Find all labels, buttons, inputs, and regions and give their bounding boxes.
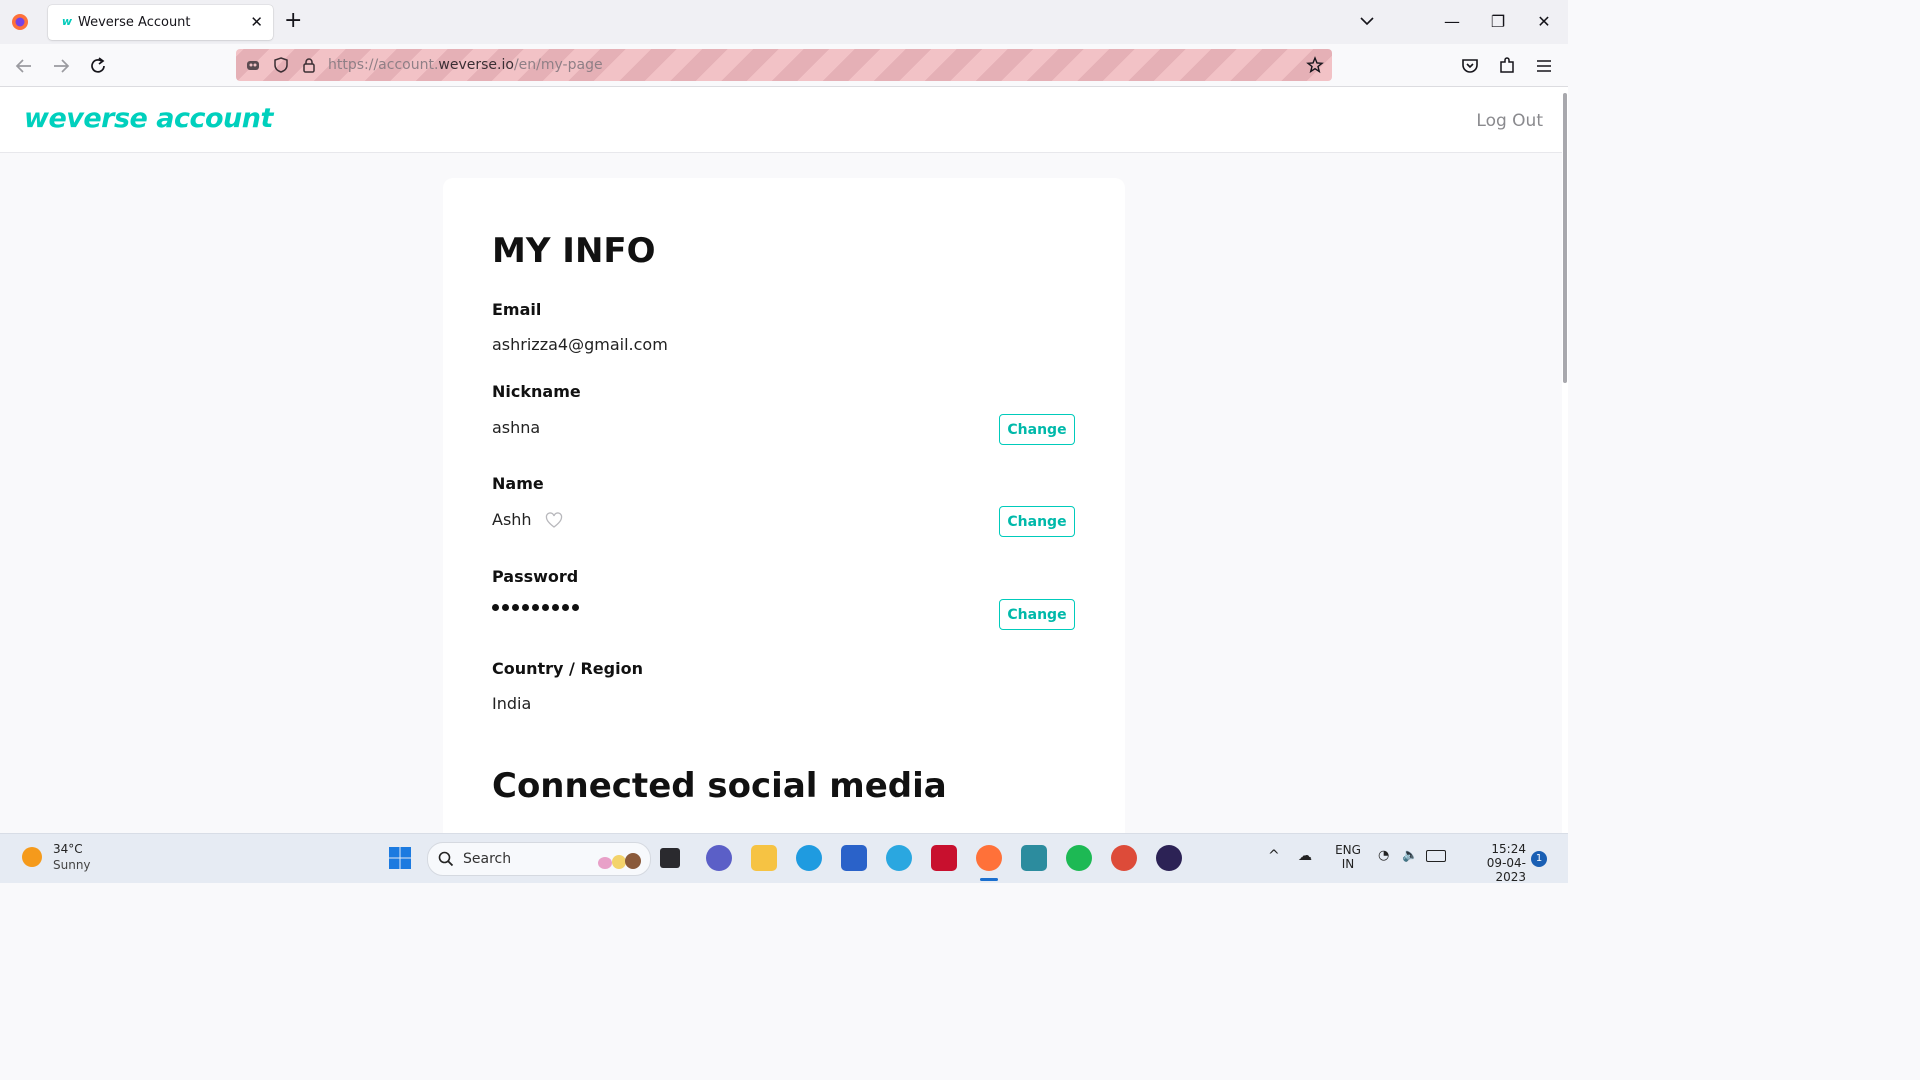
email-label: Email	[492, 300, 542, 319]
help-app-icon[interactable]	[886, 845, 912, 871]
weverse-account-logo[interactable]: weverse account	[24, 103, 273, 134]
weverse-favicon-icon: w	[61, 15, 73, 28]
pocket-icon[interactable]	[1458, 54, 1482, 78]
heart-icon	[545, 512, 562, 528]
url-prefix: https://account.	[328, 57, 439, 73]
new-tab-button[interactable]: +	[284, 9, 302, 33]
search-highlight-easter-icon	[598, 853, 641, 869]
nickname-value: ashna	[492, 418, 541, 437]
reload-icon[interactable]	[86, 54, 110, 78]
sun-weather-icon[interactable]	[22, 847, 42, 867]
forward-icon[interactable]	[49, 54, 73, 78]
tab-title: Weverse Account	[78, 15, 191, 30]
language-indicator[interactable]: ENG IN	[1334, 843, 1362, 871]
back-icon[interactable]	[12, 54, 36, 78]
change-nickname-button[interactable]: Change	[999, 414, 1075, 445]
url-path: /en/my-page	[513, 57, 603, 73]
name-value: Ashh	[492, 510, 532, 529]
change-password-button[interactable]: Change	[999, 599, 1075, 630]
bookmark-star-icon[interactable]	[1306, 56, 1324, 74]
email-value: ashrizza4@gmail.com	[492, 335, 668, 354]
weather-temperature[interactable]: 34°C	[53, 842, 83, 856]
taskbar-search-box[interactable]: Search	[427, 842, 651, 876]
clock-date: 09-04-2023	[1486, 856, 1526, 884]
address-bar[interactable]: https://account.weverse.io/en/my-page	[236, 49, 1332, 81]
scrollbar-thumb[interactable]	[1563, 93, 1567, 383]
list-all-tabs-icon[interactable]	[1358, 12, 1376, 30]
firefox-taskbar-icon[interactable]	[976, 845, 1002, 871]
show-hidden-icons-chevron-icon[interactable]: ^	[1268, 848, 1280, 864]
web-page: weverse account Log Out MY INFO Email as…	[0, 87, 1562, 833]
file-explorer-icon[interactable]	[751, 845, 777, 871]
firefox-menu-icon[interactable]	[8, 10, 32, 34]
app-menu-hamburger-icon[interactable]	[1532, 54, 1556, 78]
country-region-value: India	[492, 694, 532, 713]
eclipse-icon[interactable]	[1156, 845, 1182, 871]
page-scrollbar[interactable]	[1562, 87, 1568, 833]
microsoft-store-icon[interactable]	[841, 845, 867, 871]
minimize-button[interactable]: —	[1429, 0, 1475, 44]
edge-browser-icon[interactable]	[796, 845, 822, 871]
weather-condition[interactable]: Sunny	[53, 858, 91, 872]
name-row: Ashh	[492, 510, 563, 529]
battery-icon[interactable]	[1426, 850, 1446, 862]
lock-icon[interactable]	[300, 56, 318, 74]
volume-icon[interactable]: 🔈	[1402, 848, 1418, 863]
url-domain: weverse.io	[438, 57, 514, 73]
clock[interactable]: 15:24 09-04-2023	[1458, 842, 1526, 884]
connected-social-media-heading: Connected social media	[492, 766, 947, 806]
change-name-button[interactable]: Change	[999, 506, 1075, 537]
tab-strip: w Weverse Account ✕ + — ❐ ✕	[0, 0, 1568, 44]
log-out-link[interactable]: Log Out	[1476, 111, 1543, 131]
language-code: ENG	[1335, 843, 1361, 857]
tab-weverse-account[interactable]: w Weverse Account ✕	[48, 5, 273, 40]
restore-button[interactable]: ❐	[1475, 0, 1521, 44]
password-masked-value	[492, 596, 582, 615]
notification-badge[interactable]: 1	[1531, 851, 1547, 867]
password-label: Password	[492, 567, 579, 586]
teams-chat-icon[interactable]	[706, 845, 732, 871]
nickname-label: Nickname	[492, 382, 581, 401]
remote-control-icon[interactable]	[244, 56, 262, 74]
active-app-indicator	[980, 878, 998, 881]
extensions-puzzle-icon[interactable]	[1495, 54, 1519, 78]
clock-time: 15:24	[1491, 842, 1526, 856]
task-view-icon[interactable]	[660, 848, 680, 868]
app-launcher-icon[interactable]	[1021, 845, 1047, 871]
wifi-icon[interactable]: ◔	[1378, 848, 1389, 863]
search-icon	[438, 851, 454, 867]
search-label: Search	[463, 851, 512, 867]
country-region-label: Country / Region	[492, 659, 643, 678]
name-label: Name	[492, 474, 544, 493]
site-header: weverse account Log Out	[0, 87, 1562, 153]
windows-taskbar: 34°C Sunny Search ^ ☁ ENG IN ◔ 🔈 15:24 0…	[0, 833, 1568, 884]
region-code: IN	[1341, 857, 1355, 871]
url-text: https://account.weverse.io/en/my-page	[328, 57, 603, 73]
spotify-icon[interactable]	[1066, 845, 1092, 871]
chrome-icon[interactable]	[1111, 845, 1137, 871]
mcafee-icon[interactable]	[931, 845, 957, 871]
onedrive-cloud-icon[interactable]: ☁	[1298, 848, 1312, 864]
my-info-card: MY INFO Email ashrizza4@gmail.com Nickna…	[443, 178, 1125, 833]
page-title: MY INFO	[492, 231, 656, 271]
windows-start-icon[interactable]	[387, 845, 413, 871]
tab-close-icon[interactable]: ✕	[250, 13, 263, 31]
navigation-toolbar: https://account.weverse.io/en/my-page	[0, 44, 1568, 87]
close-window-button[interactable]: ✕	[1521, 0, 1567, 44]
tracking-protection-shield-icon[interactable]	[272, 56, 290, 74]
